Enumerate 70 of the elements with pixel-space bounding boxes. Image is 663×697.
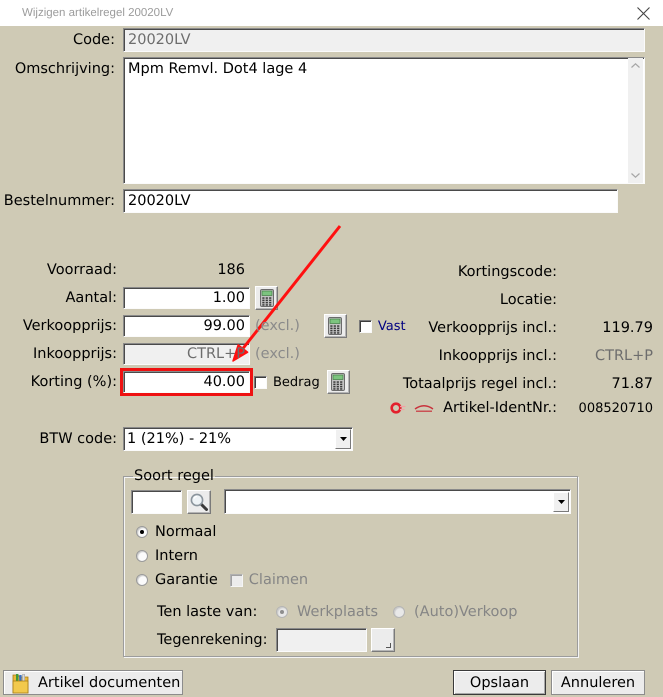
cancel-button[interactable]: Annuleren xyxy=(551,670,645,695)
number-field[interactable]: 1.00 xyxy=(123,287,250,309)
ring-logo-icon xyxy=(390,402,406,414)
lookup-button[interactable] xyxy=(371,628,395,652)
number-field[interactable]: 99.00 xyxy=(123,315,250,337)
radio-button[interactable] xyxy=(136,526,148,538)
summary-value: 008520710 xyxy=(578,400,653,416)
radio-label: Normaal xyxy=(155,524,216,540)
summary-value: 71.87 xyxy=(610,376,653,392)
stock-value: 186 xyxy=(216,262,246,278)
field-label: Code: xyxy=(72,32,115,48)
scrollbar[interactable] xyxy=(628,58,643,183)
checkbox[interactable] xyxy=(358,320,372,332)
summary-label: Locatie: xyxy=(500,292,557,308)
field-label: Tegenrekening: xyxy=(157,632,268,648)
calculator-button[interactable] xyxy=(324,314,347,338)
summary-label: Totaalprijs regel incl.: xyxy=(402,376,557,392)
chevron-down-icon xyxy=(631,173,640,178)
search-button[interactable] xyxy=(187,490,211,514)
radio-label: Garantie xyxy=(155,572,218,588)
calculator-button[interactable] xyxy=(326,370,350,394)
window-title: Wijzigen artikelregel 20020LV xyxy=(22,7,174,19)
caret-icon xyxy=(558,500,564,504)
field-label: Bestelnummer: xyxy=(2,193,115,209)
summary-label: Kortingscode: xyxy=(458,264,557,280)
folder-icon xyxy=(12,672,29,694)
summary-label: Artikel-IdentNr.: xyxy=(443,400,557,416)
field-label: Aantal: xyxy=(64,290,117,306)
field-label: Verkoopprijs: xyxy=(22,318,117,334)
corner-mark-icon xyxy=(386,643,391,648)
radio-label: Intern xyxy=(155,548,198,564)
field-label: BTW code: xyxy=(38,431,117,447)
calculator-icon xyxy=(260,289,274,307)
calculator-icon xyxy=(331,373,346,391)
checkbox[interactable] xyxy=(254,376,267,388)
field-label: Voorraad: xyxy=(46,262,117,278)
close-icon[interactable] xyxy=(637,6,650,20)
summary-value: CTRL+P xyxy=(594,348,653,364)
radio-button[interactable] xyxy=(136,550,148,562)
code-field[interactable] xyxy=(131,490,182,514)
field-label: Inkoopprijs: xyxy=(32,346,117,362)
calculator-button[interactable] xyxy=(255,286,278,310)
radio-button[interactable] xyxy=(136,574,148,586)
field-label: Korting (%): xyxy=(30,374,117,390)
text-field[interactable]: 20020LV xyxy=(123,189,618,213)
chevron-up-icon xyxy=(631,63,640,68)
checkbox-label: Claimen xyxy=(248,572,308,588)
radio-label: (Auto)Verkoop xyxy=(414,604,518,620)
arc-logo-icon xyxy=(414,404,434,412)
calculator-icon xyxy=(328,317,342,335)
radio-label: Werkplaats xyxy=(297,604,378,620)
summary-label: Verkoopprijs incl.: xyxy=(428,320,557,336)
summary-value: 119.79 xyxy=(601,320,653,336)
unit-label: (excl.) xyxy=(255,346,300,362)
dropdown-button[interactable] xyxy=(335,429,351,449)
dropdown-field[interactable]: 1 (21%) - 21% xyxy=(123,427,353,451)
checkbox-label: Bedrag xyxy=(273,374,320,390)
documents-button[interactable]: Artikel documenten xyxy=(3,670,183,695)
caret-icon xyxy=(340,437,346,441)
field-label: Omschrijving: xyxy=(14,60,115,77)
number-field[interactable]: 40.00 xyxy=(123,371,250,393)
summary-label: Inkoopprijs incl.: xyxy=(438,348,557,364)
group-title: Soort regel xyxy=(133,468,215,484)
save-button[interactable]: Opslaan xyxy=(453,670,546,695)
field-label: Ten laste van: xyxy=(157,604,258,620)
dropdown-field[interactable] xyxy=(224,489,571,514)
dropdown-button[interactable] xyxy=(553,492,569,512)
description-field[interactable]: Mpm Remvl. Dot4 lage 4 xyxy=(123,57,645,184)
search-icon xyxy=(190,492,208,510)
checkbox-label: Vast xyxy=(378,318,406,334)
